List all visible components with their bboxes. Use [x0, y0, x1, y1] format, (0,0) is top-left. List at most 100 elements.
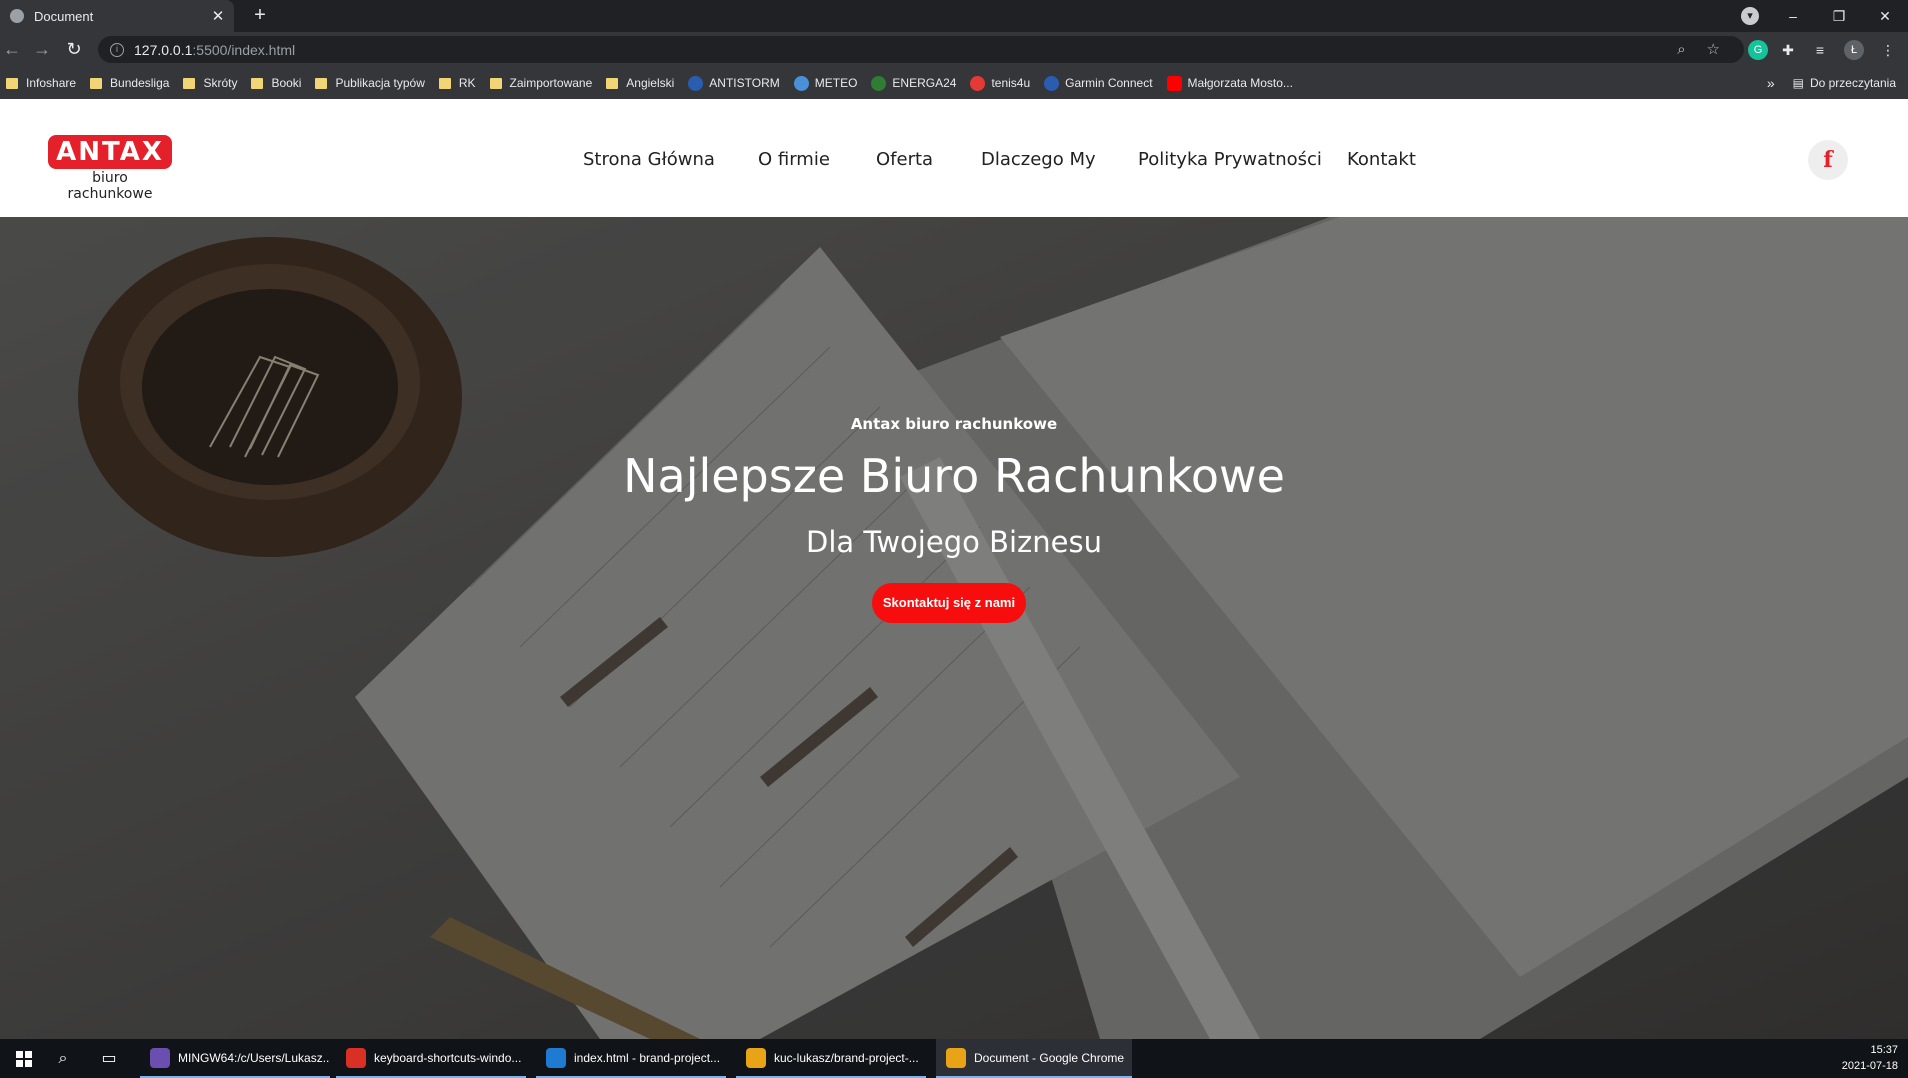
- bookmark-label: Bundesliga: [110, 76, 170, 90]
- bookmark-label: Małgorzata Mosto...: [1187, 76, 1293, 90]
- close-window-button[interactable]: ✕: [1862, 8, 1908, 25]
- taskbar-app-label: Document - Google Chrome: [974, 1050, 1125, 1065]
- taskbar-app[interactable]: kuc-lukasz/brand-project-...: [736, 1039, 926, 1078]
- bookmark-item[interactable]: Garmin Connect: [1044, 75, 1153, 91]
- bookmark-item[interactable]: tenis4u: [970, 75, 1031, 91]
- forward-icon[interactable]: →: [30, 38, 54, 62]
- url-host: 127.0.0.1: [134, 41, 193, 58]
- hero-subtitle: Dla Twojego Biznesu: [806, 525, 1102, 559]
- app-icon: [346, 1047, 366, 1068]
- minimize-button[interactable]: –: [1770, 8, 1816, 24]
- browser-tab-document[interactable]: Document ✕: [0, 0, 234, 32]
- back-icon[interactable]: ←: [0, 38, 24, 62]
- chrome-menu-icon[interactable]: ⋮: [1878, 40, 1898, 60]
- system-clock[interactable]: 15:37 2021-07-18: [1838, 1042, 1898, 1074]
- logo-wordmark: ANTAX: [48, 135, 172, 169]
- clock-date: 2021-07-18: [1841, 1060, 1898, 1072]
- taskbar-app[interactable]: index.html - brand-project...: [536, 1039, 726, 1078]
- logo-tagline: biuro rachunkowe: [67, 170, 153, 202]
- hero-section: Antax biuro rachunkowe Najlepsze Biuro R…: [0, 217, 1908, 1039]
- bookmark-item[interactable]: Booki: [251, 76, 301, 90]
- site-icon: [688, 75, 704, 91]
- globe-icon: [10, 9, 24, 23]
- app-icon: [946, 1047, 966, 1068]
- reading-list-button[interactable]: Do przeczytania: [1810, 76, 1896, 90]
- facebook-icon[interactable]: f: [1808, 140, 1848, 180]
- bookmark-label: Publikacja typów: [335, 76, 425, 90]
- folder-icon: [90, 77, 103, 89]
- task-view-icon[interactable]: ▭: [86, 1039, 132, 1078]
- bookmark-label: ENERGA24: [892, 76, 957, 90]
- tab-close-icon[interactable]: ✕: [208, 7, 228, 25]
- extensions-puzzle-icon[interactable]: ✚: [1778, 40, 1798, 60]
- nav-o-firmie[interactable]: O firmie: [758, 149, 830, 170]
- app-icon: [546, 1047, 566, 1068]
- zoom-icon[interactable]: ⌕: [1677, 41, 1685, 58]
- restore-button[interactable]: ❐: [1816, 8, 1862, 25]
- web-page: ANTAX biuro rachunkowe Strona Główna O f…: [0, 99, 1908, 1039]
- hero-title: Najlepsze Biuro Rachunkowe: [623, 449, 1285, 503]
- bookmark-label: ANTISTORM: [709, 76, 780, 90]
- nav-dlaczego-my[interactable]: Dlaczego My: [981, 149, 1096, 170]
- bookmarks-bar: Infoshare Bundesliga Skróty Booki Publikacja…: [0, 67, 1908, 99]
- site-info-icon[interactable]: i: [110, 42, 124, 57]
- bookmark-item[interactable]: Skróty: [183, 76, 237, 90]
- bookmark-item[interactable]: Infoshare: [6, 76, 76, 90]
- nav-polityka-prywatnosci[interactable]: Polityka Prywatności: [1138, 149, 1322, 170]
- site-logo[interactable]: ANTAX biuro rachunkowe: [48, 135, 172, 202]
- folder-icon: [489, 77, 502, 89]
- folder-icon: [606, 77, 619, 89]
- hero-overlay: [0, 217, 1908, 1039]
- bookmark-label: Zaimportowane: [509, 76, 593, 90]
- bookmark-label: Booki: [271, 76, 302, 90]
- tab-search-icon[interactable]: ▾: [1741, 7, 1759, 25]
- bookmark-item[interactable]: METEO: [793, 75, 858, 91]
- bookmark-item[interactable]: Bundesliga: [90, 76, 169, 90]
- site-header: ANTAX biuro rachunkowe Strona Główna O f…: [0, 99, 1908, 217]
- bookmark-label: Infoshare: [26, 76, 77, 90]
- bookmark-star-icon[interactable]: ☆: [1707, 41, 1720, 58]
- taskbar-app[interactable]: keyboard-shortcuts-windo...: [336, 1039, 526, 1078]
- taskbar-app[interactable]: MINGW64:/c/Users/Lukasz...: [140, 1039, 330, 1078]
- bookmark-item[interactable]: Zaimportowane: [489, 76, 593, 90]
- bookmark-label: Angielski: [626, 76, 675, 90]
- reload-icon[interactable]: ↻: [62, 38, 86, 62]
- nav-kontakt[interactable]: Kontakt: [1347, 149, 1416, 170]
- new-tab-button[interactable]: +: [248, 4, 272, 28]
- contact-button[interactable]: Skontaktuj się z nami: [872, 583, 1026, 623]
- bookmarks-overflow-button[interactable]: »: [1767, 75, 1775, 91]
- bookmark-item[interactable]: ENERGA24: [871, 75, 957, 91]
- media-controls-icon[interactable]: ≡: [1810, 40, 1830, 60]
- search-icon[interactable]: ⌕: [40, 1039, 86, 1078]
- windows-taskbar: ⌕ ▭ MINGW64:/c/Users/Lukasz... keyboard-s…: [0, 1039, 1908, 1078]
- folder-icon: [183, 77, 196, 89]
- nav-oferta[interactable]: Oferta: [876, 149, 933, 170]
- bookmark-item[interactable]: ANTISTORM: [688, 75, 780, 91]
- profile-avatar[interactable]: Ł: [1844, 40, 1864, 60]
- site-icon: [1044, 75, 1060, 91]
- folder-icon: [438, 77, 451, 89]
- bookmark-label: RK: [458, 76, 476, 90]
- bookmark-item[interactable]: Małgorzata Mosto...: [1166, 75, 1293, 91]
- hero-kicker: Antax biuro rachunkowe: [850, 415, 1058, 433]
- taskbar-app-label: MINGW64:/c/Users/Lukasz...: [178, 1050, 330, 1065]
- window-controls: – ❐ ✕: [1770, 0, 1908, 32]
- bookmark-item[interactable]: RK: [438, 76, 476, 90]
- grammarly-extension-icon[interactable]: G: [1748, 40, 1768, 60]
- bookmark-label: METEO: [814, 76, 858, 90]
- site-icon: [793, 75, 809, 91]
- omnibox-actions: ⌕ ☆: [1677, 40, 1720, 58]
- bookmark-label: tenis4u: [991, 76, 1031, 90]
- url-path: :5500/index.html: [192, 41, 296, 58]
- bookmarks-right: » ▤ Do przeczytania: [1767, 67, 1896, 99]
- youtube-icon: [1166, 75, 1182, 91]
- folder-icon: [251, 77, 264, 89]
- address-bar[interactable]: i 127.0.0.1 :5500/index.html ⌕ ☆: [98, 36, 1744, 63]
- bookmark-item[interactable]: Publikacja typów: [315, 76, 425, 90]
- reading-list-icon: ▤: [1792, 76, 1804, 90]
- browser-tab-strip: Document ✕ + ▾ – ❐ ✕: [0, 0, 1908, 32]
- nav-strona-glowna[interactable]: Strona Główna: [583, 149, 715, 170]
- taskbar-app-label: index.html - brand-project...: [574, 1050, 721, 1065]
- bookmark-item[interactable]: Angielski: [606, 76, 674, 90]
- taskbar-app[interactable]: Document - Google Chrome: [936, 1039, 1132, 1078]
